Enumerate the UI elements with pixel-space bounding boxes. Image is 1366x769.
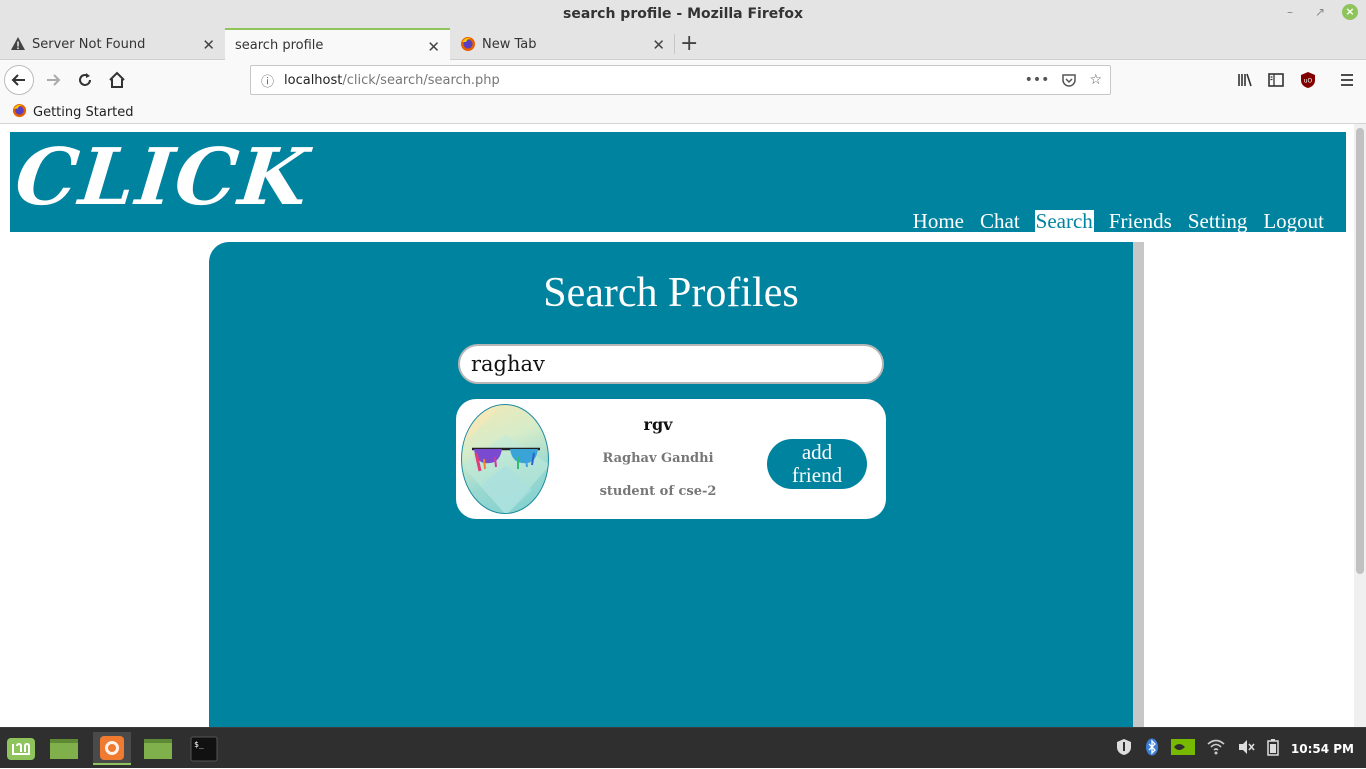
- shield-icon[interactable]: [1115, 738, 1133, 759]
- mint-menu-button[interactable]: [2, 732, 40, 765]
- result-username[interactable]: rgv: [566, 415, 750, 434]
- tab-new-tab[interactable]: New Tab ✕: [450, 28, 675, 60]
- sidebar-button[interactable]: [1261, 65, 1291, 95]
- firefox-icon: [12, 103, 27, 122]
- nav-logout[interactable]: Logout: [1255, 210, 1332, 232]
- home-button[interactable]: [102, 65, 132, 95]
- bookmark-star-icon[interactable]: ☆: [1089, 72, 1102, 92]
- page-scrollbar[interactable]: [1354, 124, 1366, 727]
- add-friend-label-line1: add: [801, 440, 833, 464]
- terminal-icon: $_: [190, 736, 218, 761]
- linux-mint-icon: [7, 737, 35, 760]
- navigation-toolbar: ⓘ localhost/click/search/search.php ••• …: [0, 60, 1366, 100]
- volume-icon[interactable]: [1237, 739, 1255, 758]
- tab-label: New Tab: [482, 36, 537, 52]
- tab-label: search profile: [235, 38, 324, 53]
- close-tab-icon[interactable]: ✕: [202, 36, 215, 54]
- result-full-name: Raghav Gandhi: [602, 451, 714, 466]
- sidebar-icon: [1268, 73, 1284, 87]
- close-tab-icon[interactable]: ✕: [427, 38, 440, 56]
- taskbar-files[interactable]: [139, 732, 177, 765]
- site-header: CLICK Home Chat Search Friends Setting L…: [10, 132, 1346, 232]
- hamburger-menu-icon: [1341, 74, 1353, 86]
- folder-icon: [50, 738, 78, 759]
- avatar[interactable]: [461, 404, 549, 514]
- taskbar-firefox[interactable]: [93, 732, 131, 765]
- home-icon: [109, 71, 125, 88]
- minimize-icon[interactable]: –: [1282, 4, 1298, 20]
- library-button[interactable]: [1230, 65, 1260, 95]
- warning-icon: [10, 36, 26, 52]
- sunglasses-avatar-image: [462, 405, 548, 513]
- page-viewport: CLICK Home Chat Search Friends Setting L…: [0, 124, 1366, 727]
- wifi-icon[interactable]: [1207, 739, 1225, 758]
- system-tray: 10:54 PM: [1115, 728, 1354, 769]
- new-tab-icon[interactable]: +: [680, 31, 698, 56]
- show-desktop-button[interactable]: [45, 732, 83, 765]
- firefox-icon: [460, 36, 476, 52]
- close-tab-icon[interactable]: ✕: [652, 36, 665, 54]
- close-window-icon[interactable]: ×: [1342, 4, 1358, 20]
- url-bar[interactable]: ⓘ localhost/click/search/search.php ••• …: [250, 65, 1111, 95]
- pocket-icon[interactable]: [1061, 72, 1077, 92]
- svg-text:uO: uO: [1304, 78, 1313, 85]
- search-panel: Search Profiles rgv: [209, 242, 1144, 727]
- folder-icon: [144, 738, 172, 759]
- page-actions-icon[interactable]: •••: [1025, 72, 1050, 92]
- tab-label: Server Not Found: [32, 36, 146, 52]
- url-host: localhost: [284, 72, 343, 88]
- window-controls: – ↗ ×: [1282, 4, 1358, 20]
- battery-icon[interactable]: [1267, 738, 1279, 759]
- reload-icon: [79, 73, 91, 86]
- nav-search[interactable]: Search: [1034, 210, 1094, 232]
- bookmark-getting-started[interactable]: Getting Started: [12, 103, 134, 122]
- taskbar-terminal[interactable]: $_: [185, 732, 223, 765]
- add-friend-label-line2: friend: [791, 463, 843, 487]
- site-info-icon[interactable]: ⓘ: [261, 71, 274, 90]
- os-taskbar: $_ 10:54 PM: [0, 727, 1366, 768]
- window-title: search profile - Mozilla Firefox: [562, 6, 803, 22]
- bookmark-label: Getting Started: [33, 105, 134, 120]
- reload-button[interactable]: [70, 65, 100, 95]
- nav-friends[interactable]: Friends: [1101, 210, 1180, 232]
- profile-result-card: rgv Raghav Gandhi student of cse-2 add fr…: [456, 399, 886, 519]
- add-friend-button[interactable]: add friend: [767, 439, 867, 489]
- search-input[interactable]: [458, 344, 884, 384]
- forward-arrow-icon: [47, 74, 61, 86]
- nvidia-icon[interactable]: [1170, 739, 1195, 758]
- tab-server-not-found[interactable]: Server Not Found ✕: [0, 28, 225, 60]
- library-icon: [1238, 73, 1252, 87]
- bluetooth-icon[interactable]: [1145, 738, 1159, 759]
- result-bio: student of cse-2: [599, 484, 717, 499]
- tab-strip: Server Not Found ✕ search profile ✕ New …: [0, 28, 1366, 61]
- back-button[interactable]: [4, 65, 34, 95]
- tab-search-profile[interactable]: search profile ✕: [225, 28, 450, 61]
- menu-button[interactable]: [1332, 65, 1362, 95]
- page-title: Search Profiles: [543, 270, 799, 316]
- site-logo[interactable]: CLICK: [11, 132, 314, 223]
- bookmarks-toolbar: Getting Started: [0, 100, 1366, 124]
- firefox-icon: [100, 735, 124, 760]
- nav-chat[interactable]: Chat: [972, 210, 1028, 232]
- ublock-shield-icon: uO: [1301, 72, 1315, 88]
- back-arrow-icon: [11, 74, 25, 86]
- window-titlebar: search profile - Mozilla Firefox – ↗ ×: [0, 0, 1366, 28]
- restore-icon[interactable]: ↗: [1312, 4, 1328, 20]
- ublock-button[interactable]: uO: [1293, 65, 1323, 95]
- scrollbar-thumb[interactable]: [1356, 128, 1364, 574]
- nav-setting[interactable]: Setting: [1180, 210, 1256, 232]
- clock[interactable]: 10:54 PM: [1291, 742, 1354, 756]
- url-path: /click/search/search.php: [342, 72, 500, 88]
- site-nav: Home Chat Search Friends Setting Logout: [905, 210, 1332, 232]
- svg-text:$_: $_: [194, 740, 204, 749]
- forward-button[interactable]: [38, 65, 68, 95]
- nav-home[interactable]: Home: [905, 210, 972, 232]
